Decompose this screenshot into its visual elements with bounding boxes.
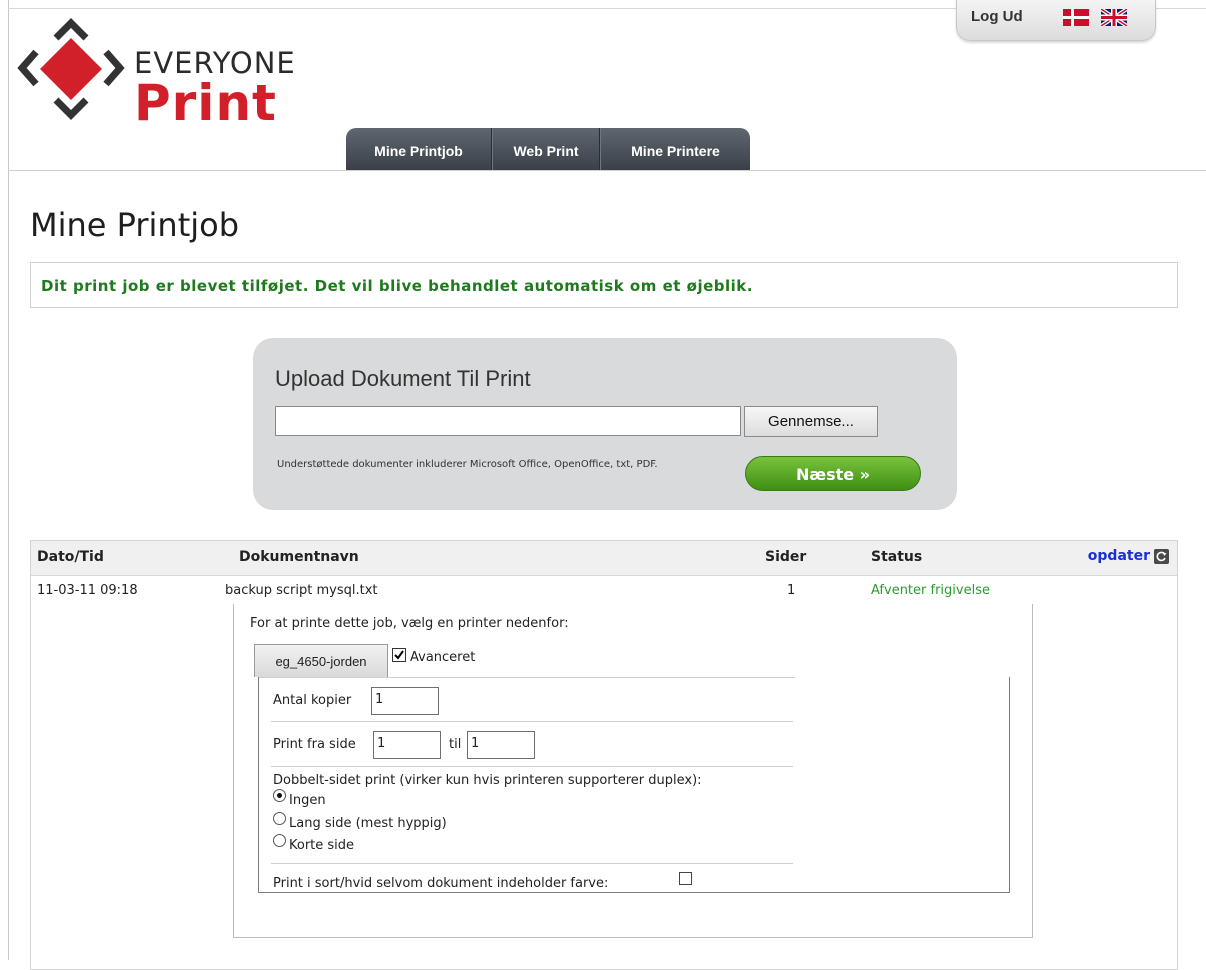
tab-mine-printere[interactable]: Mine Printere [600, 128, 750, 170]
advanced-options-panel: Antal kopier 1 Print fra side 1 til 1 Do… [258, 677, 1010, 893]
page-range-row: Print fra side 1 til 1 [271, 722, 793, 767]
job-release-panel: For at printe dette job, vælg en printer… [233, 604, 1033, 938]
print-to-input[interactable]: 1 [467, 731, 535, 759]
printer-button[interactable]: eg_4650-jorden [254, 644, 388, 677]
grayscale-checkbox[interactable] [679, 872, 692, 885]
logout-link[interactable]: Log Ud [971, 8, 1023, 25]
grayscale-row: Print i sort/hvid selvom dokument indeho… [271, 864, 793, 908]
logo-mark-icon [17, 18, 125, 120]
frame-border [8, 0, 9, 960]
flag-uk-icon[interactable] [1101, 9, 1127, 26]
copies-row: Antal kopier 1 [271, 677, 793, 722]
duplex-long-label: Lang side (mest hyppig) [289, 816, 447, 831]
grayscale-label: Print i sort/hvid selvom dokument indeho… [273, 876, 609, 891]
header-divider [8, 170, 1206, 171]
refresh-icon[interactable] [1154, 548, 1169, 564]
duplex-none-radio[interactable] [273, 789, 286, 802]
tab-web-print[interactable]: Web Print [492, 128, 600, 170]
job-status: Afventer frigivelse [871, 583, 990, 598]
notice-text: Dit print job er blevet tilføjet. Det vi… [41, 277, 753, 295]
browse-button[interactable]: Gennemse... [744, 406, 878, 437]
advanced-checkbox[interactable] [392, 648, 406, 662]
duplex-short-radio[interactable] [273, 834, 286, 847]
duplex-none-label: Ingen [289, 793, 326, 808]
column-header-pages[interactable]: Sider [765, 549, 806, 565]
column-header-status[interactable]: Status [871, 549, 922, 565]
select-printer-hint: For at printe dette job, vælg en printer… [250, 616, 569, 631]
job-pages: 1 [787, 583, 796, 598]
main-nav: Mine Printjob Web Print Mine Printere [346, 128, 750, 170]
print-from-input[interactable]: 1 [373, 731, 441, 759]
page-title: Mine Printjob [30, 206, 240, 244]
copies-label: Antal kopier [273, 693, 352, 708]
logo-text-print: Print [134, 74, 277, 132]
tab-mine-printjob[interactable]: Mine Printjob [346, 128, 492, 170]
next-button[interactable]: Næste » [745, 456, 921, 491]
table-header: Dato/Tid Dokumentnavn Sider Status opdat… [31, 541, 1177, 576]
duplex-long-radio[interactable] [273, 812, 286, 825]
everyone-print-logo[interactable]: EVERYONE Print [16, 16, 314, 136]
copies-input[interactable]: 1 [371, 687, 439, 715]
checkmark-icon [394, 650, 404, 660]
job-document-name: backup script mysql.txt [225, 583, 378, 598]
duplex-row: Dobbelt-sidet print (virker kun hvis pri… [271, 767, 793, 864]
success-notice: Dit print job er blevet tilføjet. Det vi… [30, 262, 1178, 308]
upload-title: Upload Dokument Til Print [275, 366, 531, 391]
print-from-label: Print fra side [273, 737, 356, 752]
to-label: til [449, 737, 462, 752]
job-date: 11-03-11 09:18 [37, 583, 138, 598]
column-header-date[interactable]: Dato/Tid [37, 549, 104, 565]
print-jobs-table: Dato/Tid Dokumentnavn Sider Status opdat… [30, 540, 1178, 970]
column-header-document[interactable]: Dokumentnavn [239, 549, 359, 565]
advanced-label: Avanceret [410, 650, 476, 665]
user-toolbar: Log Ud [956, 0, 1156, 41]
flag-dk-icon[interactable] [1063, 9, 1089, 26]
file-path-input[interactable] [275, 406, 741, 436]
supported-formats-text: Understøttede dokumenter inkluderer Micr… [277, 459, 658, 470]
refresh-control[interactable]: opdater [1088, 548, 1169, 564]
upload-panel: Upload Dokument Til Print Gennemse... Un… [253, 338, 957, 510]
duplex-short-label: Korte side [289, 838, 355, 853]
duplex-label: Dobbelt-sidet print (virker kun hvis pri… [273, 773, 702, 788]
refresh-link[interactable]: opdater [1088, 548, 1150, 564]
